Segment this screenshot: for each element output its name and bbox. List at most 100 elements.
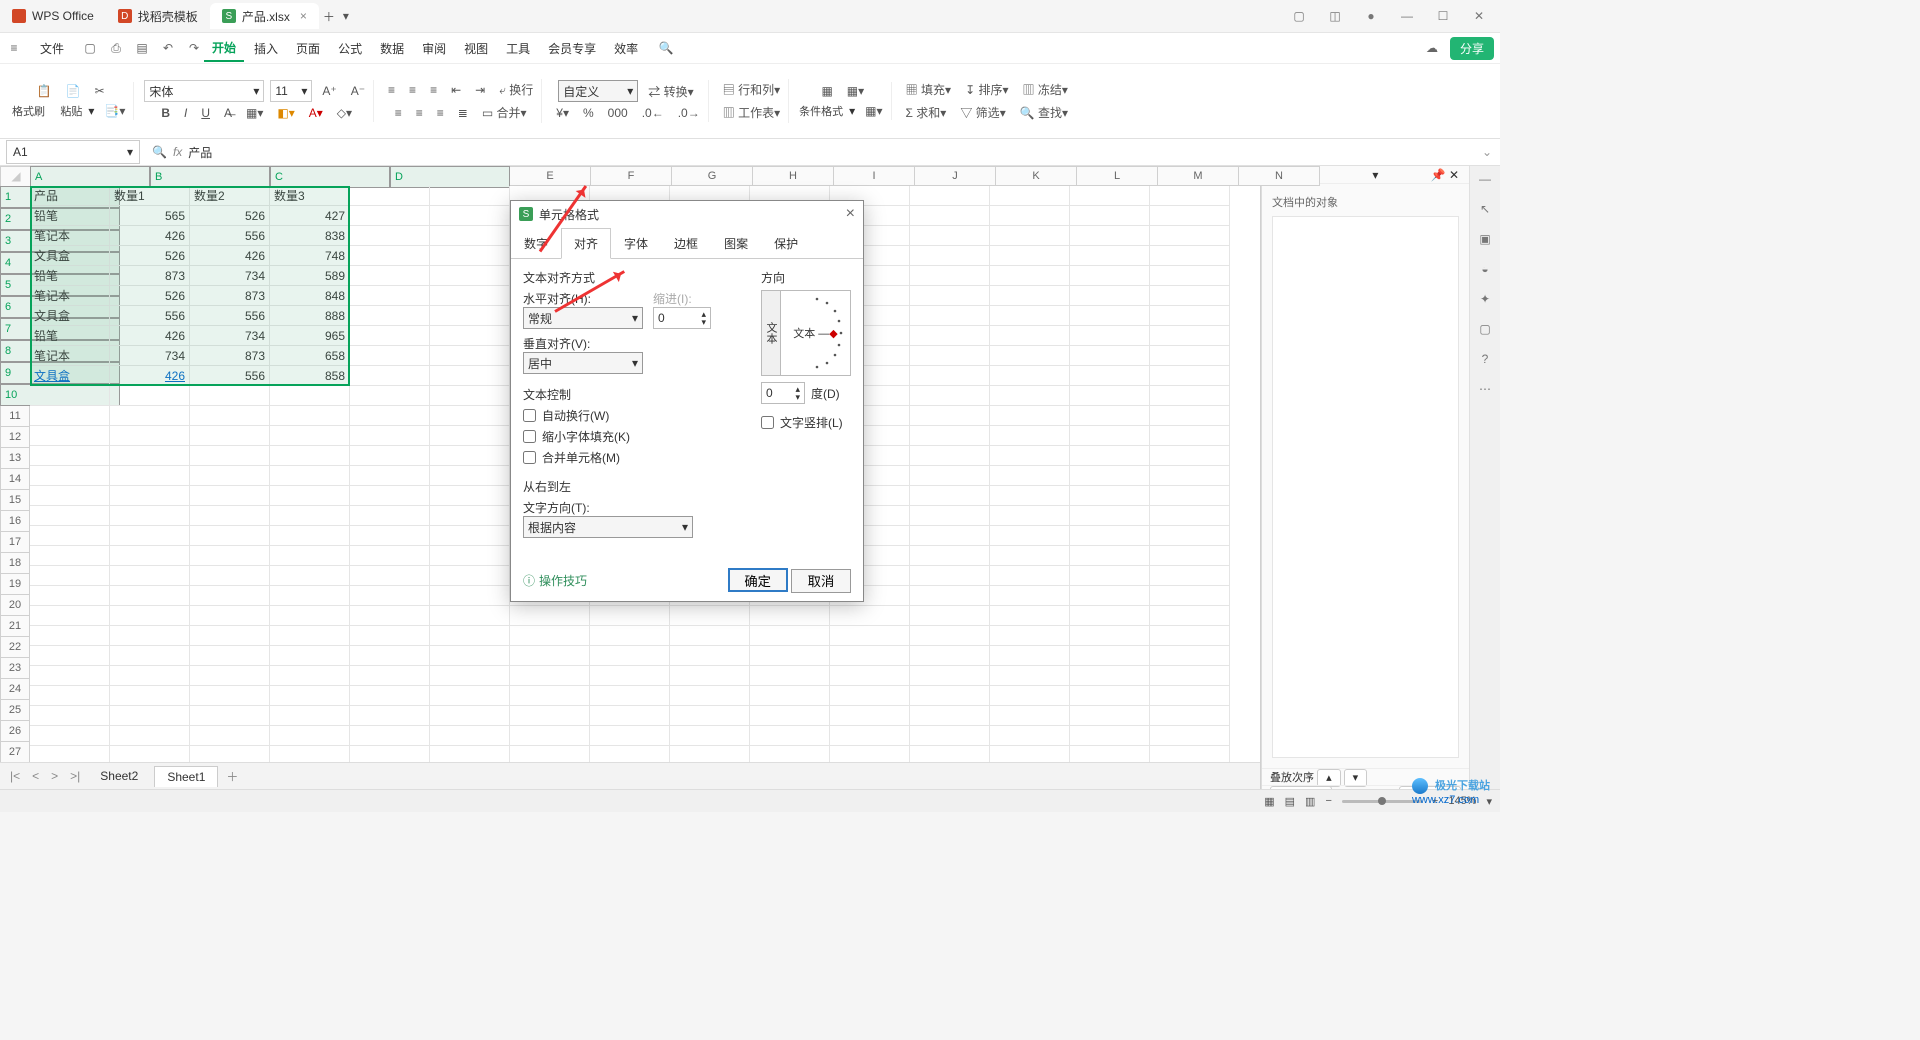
cell[interactable] bbox=[990, 226, 1070, 246]
cell[interactable] bbox=[350, 206, 430, 226]
cell[interactable] bbox=[990, 326, 1070, 346]
cell[interactable] bbox=[350, 426, 430, 446]
column-header[interactable]: D bbox=[390, 166, 510, 188]
cell[interactable]: 427 bbox=[270, 206, 350, 226]
cell[interactable] bbox=[110, 646, 190, 666]
cell[interactable]: 556 bbox=[190, 306, 270, 326]
cell[interactable] bbox=[910, 626, 990, 646]
cell[interactable] bbox=[110, 606, 190, 626]
menu-tab-efficiency[interactable]: 效率 bbox=[606, 36, 646, 61]
cell[interactable] bbox=[30, 526, 110, 546]
cell[interactable] bbox=[1070, 446, 1150, 466]
cell[interactable] bbox=[910, 486, 990, 506]
next-sheet-icon[interactable]: > bbox=[47, 769, 62, 783]
row-header[interactable]: 16 bbox=[0, 511, 30, 532]
cell[interactable] bbox=[430, 566, 510, 586]
cell[interactable] bbox=[1150, 246, 1230, 266]
cell[interactable] bbox=[1070, 686, 1150, 706]
cell[interactable] bbox=[1150, 326, 1230, 346]
cell[interactable] bbox=[1070, 426, 1150, 446]
layout-icon[interactable]: ▢ bbox=[1288, 9, 1310, 23]
cell[interactable] bbox=[190, 666, 270, 686]
cell[interactable] bbox=[1150, 286, 1230, 306]
cell[interactable] bbox=[1070, 206, 1150, 226]
row-header[interactable]: 13 bbox=[0, 448, 30, 469]
undo-icon[interactable]: ↶ bbox=[160, 40, 176, 56]
cell[interactable]: 734 bbox=[190, 326, 270, 346]
cell[interactable] bbox=[1150, 706, 1230, 726]
cell[interactable] bbox=[350, 546, 430, 566]
cell[interactable] bbox=[270, 506, 350, 526]
dec-inc-icon[interactable]: .0← bbox=[638, 104, 668, 122]
cell[interactable] bbox=[430, 286, 510, 306]
cell[interactable] bbox=[350, 386, 430, 406]
column-header[interactable]: L bbox=[1077, 166, 1158, 186]
cell[interactable] bbox=[350, 466, 430, 486]
style-tool-icon[interactable]: ◒ bbox=[1481, 262, 1488, 276]
column-header[interactable]: H bbox=[753, 166, 834, 186]
cancel-button[interactable]: 取消 bbox=[791, 569, 851, 593]
cell[interactable] bbox=[750, 726, 830, 746]
fx-label[interactable]: fx bbox=[173, 145, 182, 159]
cell[interactable] bbox=[190, 706, 270, 726]
cut-icon[interactable]: ✂ bbox=[91, 82, 109, 100]
cell[interactable] bbox=[990, 466, 1070, 486]
wrap-checkbox[interactable]: 自动换行(W) bbox=[523, 407, 751, 424]
cell[interactable] bbox=[1070, 526, 1150, 546]
cell[interactable] bbox=[990, 346, 1070, 366]
cell[interactable] bbox=[1150, 386, 1230, 406]
cell[interactable] bbox=[350, 666, 430, 686]
cell[interactable]: 888 bbox=[270, 306, 350, 326]
cell[interactable] bbox=[750, 706, 830, 726]
cell[interactable]: 426 bbox=[110, 366, 190, 386]
cell[interactable] bbox=[30, 426, 110, 446]
cell[interactable] bbox=[990, 646, 1070, 666]
cell[interactable] bbox=[270, 626, 350, 646]
cell[interactable] bbox=[1070, 506, 1150, 526]
filter-button[interactable]: ▽ 筛选▾ bbox=[956, 102, 1009, 123]
cell[interactable] bbox=[1150, 486, 1230, 506]
cell[interactable] bbox=[910, 726, 990, 746]
cell[interactable]: 526 bbox=[110, 286, 190, 306]
cell[interactable] bbox=[910, 426, 990, 446]
cell[interactable] bbox=[110, 506, 190, 526]
cell[interactable] bbox=[30, 566, 110, 586]
cell[interactable] bbox=[1070, 586, 1150, 606]
cell[interactable] bbox=[190, 426, 270, 446]
first-sheet-icon[interactable]: |< bbox=[6, 769, 24, 783]
indent-spinner[interactable]: 0▴▾ bbox=[653, 307, 711, 329]
cell[interactable] bbox=[430, 666, 510, 686]
cell[interactable] bbox=[350, 246, 430, 266]
image-tool-icon[interactable]: ▢ bbox=[1479, 322, 1490, 336]
cell[interactable] bbox=[270, 666, 350, 686]
row-header[interactable]: 27 bbox=[0, 742, 30, 763]
column-header[interactable]: B bbox=[150, 166, 270, 188]
cell[interactable] bbox=[910, 666, 990, 686]
formula-content[interactable]: 产品 bbox=[188, 144, 212, 161]
cell[interactable]: 858 bbox=[270, 366, 350, 386]
cell[interactable] bbox=[670, 626, 750, 646]
cell[interactable] bbox=[750, 686, 830, 706]
brush-icon[interactable]: 📋 bbox=[33, 82, 56, 100]
cloud-icon[interactable]: ☁ bbox=[1424, 40, 1440, 56]
view-page-icon[interactable]: ▤ bbox=[1285, 795, 1295, 808]
cell[interactable] bbox=[430, 366, 510, 386]
italic-button[interactable]: I bbox=[180, 104, 191, 122]
cell[interactable] bbox=[1070, 606, 1150, 626]
cell[interactable] bbox=[190, 406, 270, 426]
cell[interactable] bbox=[30, 646, 110, 666]
menu-tab-page[interactable]: 页面 bbox=[288, 36, 328, 61]
column-header[interactable]: F bbox=[591, 166, 672, 186]
cell[interactable] bbox=[1070, 406, 1150, 426]
row-header[interactable]: 12 bbox=[0, 427, 30, 448]
cell[interactable] bbox=[590, 646, 670, 666]
select-tool-icon[interactable]: ↖ bbox=[1480, 202, 1490, 216]
cell[interactable] bbox=[1070, 286, 1150, 306]
cell[interactable] bbox=[270, 566, 350, 586]
menu-tab-insert[interactable]: 插入 bbox=[246, 36, 286, 61]
cell[interactable] bbox=[430, 526, 510, 546]
condfmt-icon[interactable]: ▦ bbox=[817, 82, 836, 100]
cell[interactable] bbox=[990, 666, 1070, 686]
cell[interactable] bbox=[1070, 326, 1150, 346]
cell[interactable] bbox=[1150, 646, 1230, 666]
